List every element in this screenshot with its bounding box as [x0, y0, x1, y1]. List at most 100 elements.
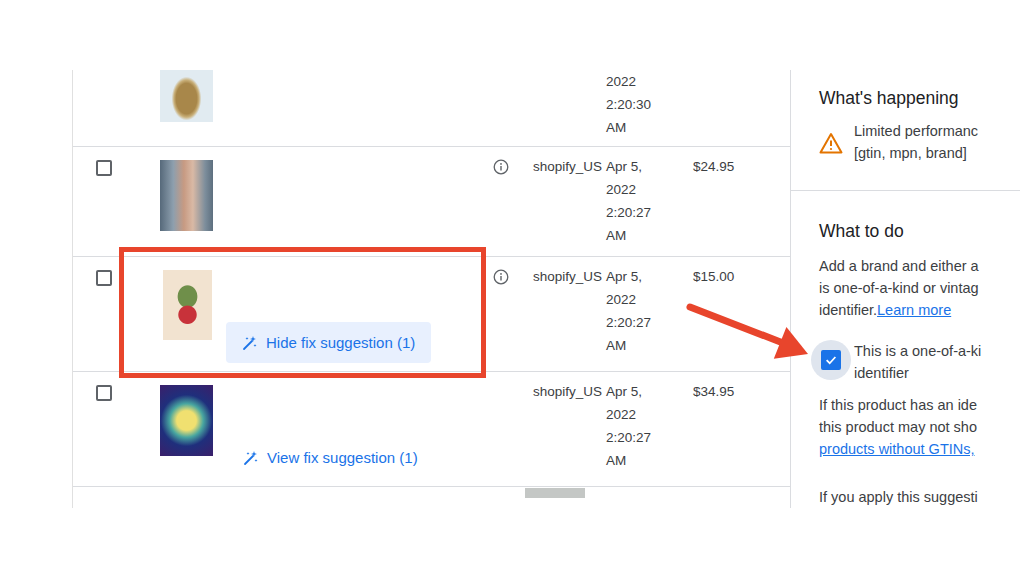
date-line: 2:20:27 — [606, 311, 693, 334]
merchant-center-view: 20222:20:30AMshopify_USApr 5,20222:20:27… — [72, 70, 1020, 508]
fix-suggestion-button[interactable]: Hide fix suggestion (1) — [226, 322, 431, 363]
price-cell — [693, 70, 790, 146]
checkbox-cell — [73, 155, 160, 248]
date-line: 2:20:27 — [606, 426, 693, 449]
fix-suggestion-button[interactable]: View fix suggestion (1) — [227, 437, 434, 478]
row-checkbox[interactable] — [96, 160, 112, 176]
source-cell: shopify_US — [533, 155, 606, 248]
info-cell — [489, 70, 533, 146]
scrollbar-thumb[interactable] — [525, 488, 585, 498]
instructions: Add a brand and either ais one-of-a-kind… — [819, 255, 1020, 321]
table-row[interactable]: shopify_US Apr 5,20222:20:27AM$24.95 — [73, 147, 790, 257]
date-line: AM — [606, 449, 693, 472]
date-line: 2:20:27 — [606, 201, 693, 224]
product-image[interactable] — [160, 70, 213, 122]
source-cell: shopify_US — [533, 265, 606, 363]
checkbox-cell — [73, 265, 160, 363]
table-row[interactable]: View fix suggestion (1)shopify_USApr 5,2… — [73, 372, 790, 487]
product-cell: Hide fix suggestion (1) — [160, 265, 489, 363]
instruction-line: is one-of-a-kind or vintag — [819, 277, 1020, 299]
issue-line: Limited performanc — [854, 120, 978, 142]
highlight-box — [119, 247, 486, 378]
date-line: 2:20:30 — [606, 93, 693, 116]
option-label-line: This is a one-of-a-ki — [854, 340, 981, 362]
date-line: 2022 — [606, 178, 693, 201]
info-cell — [489, 155, 533, 248]
product-image[interactable] — [160, 160, 213, 231]
what-to-do-section: What to do Add a brand and either ais one… — [791, 191, 1020, 508]
date-cell: 20222:20:30AM — [606, 70, 693, 146]
price-text: $24.95 — [693, 159, 734, 174]
apply-note: If you apply this suggesti — [819, 486, 1020, 508]
source-text: shopify_US — [533, 269, 602, 284]
warning-icon — [819, 132, 843, 154]
checkbox-focus-ring — [811, 340, 851, 380]
info-icon[interactable] — [493, 269, 509, 285]
note-line: products without GTINs, — [819, 438, 1020, 460]
check-icon — [824, 353, 838, 367]
date-line: AM — [606, 224, 693, 247]
whats-happening-section: What's happening Limited performanc[gtin,… — [791, 70, 1020, 191]
date-line: 2022 — [606, 403, 693, 426]
product-cell — [160, 70, 489, 146]
product-table: 20222:20:30AMshopify_USApr 5,20222:20:27… — [72, 70, 790, 508]
issue-row: Limited performanc[gtin, mpn, brand] — [819, 120, 1020, 164]
horizontal-scrollbar[interactable] — [73, 487, 790, 499]
date-line: Apr 5, — [606, 265, 693, 288]
one-of-a-kind-checkbox[interactable] — [821, 350, 841, 370]
magic-wand-icon — [242, 335, 258, 351]
info-cell — [489, 380, 533, 478]
note-line: this product may not sho — [819, 416, 1020, 438]
learn-more-link[interactable]: Learn more — [877, 302, 951, 318]
date-line: 2022 — [606, 288, 693, 311]
product-cell: View fix suggestion (1) — [160, 380, 489, 478]
source-text: shopify_US — [533, 384, 602, 399]
option-label-line: identifier — [854, 362, 981, 384]
table-row[interactable]: 20222:20:30AM — [73, 70, 790, 147]
date-line: Apr 5, — [606, 380, 693, 403]
fix-suggestion-label: View fix suggestion (1) — [267, 449, 418, 466]
price-text: $34.95 — [693, 384, 734, 399]
product-image[interactable] — [163, 270, 212, 340]
date-line: 2022 — [606, 70, 693, 93]
date-cell: Apr 5,20222:20:27AM — [606, 265, 693, 363]
info-cell — [489, 265, 533, 363]
table-row[interactable]: Hide fix suggestion (1)shopify_USApr 5,2… — [73, 257, 790, 372]
date-cell: Apr 5,20222:20:27AM — [606, 380, 693, 478]
magic-wand-icon — [243, 450, 259, 466]
price-cell: $24.95 — [693, 155, 790, 248]
instruction-line: Add a brand and either a — [819, 255, 1020, 277]
checkbox-cell — [73, 70, 160, 146]
gtin-note: If this product has an idethis product m… — [819, 394, 1020, 460]
date-line: AM — [606, 116, 693, 139]
apply-line: If you apply this suggesti — [819, 486, 1020, 508]
option-label: This is a one-of-a-kiidentifier — [854, 340, 981, 384]
issue-line: [gtin, mpn, brand] — [854, 142, 978, 164]
source-cell: shopify_US — [533, 380, 606, 478]
price-cell: $34.95 — [693, 380, 790, 478]
info-icon[interactable] — [493, 159, 509, 175]
issue-panel: What's happening Limited performanc[gtin,… — [790, 70, 1020, 508]
price-cell: $15.00 — [693, 265, 790, 363]
section-title: What's happening — [819, 86, 1020, 110]
instruction-line: identifier.Learn more — [819, 299, 1020, 321]
product-image[interactable] — [160, 385, 213, 456]
source-text: shopify_US — [533, 159, 602, 174]
section-title: What to do — [819, 219, 1020, 243]
one-of-a-kind-option[interactable]: This is a one-of-a-kiidentifier — [811, 340, 1020, 384]
issue-text: Limited performanc[gtin, mpn, brand] — [854, 120, 978, 164]
annotation-arrow — [0, 0, 1024, 576]
price-text: $15.00 — [693, 269, 734, 284]
row-checkbox[interactable] — [96, 385, 112, 401]
row-checkbox[interactable] — [96, 270, 112, 286]
date-line: AM — [606, 334, 693, 357]
product-cell — [160, 155, 489, 248]
date-cell: Apr 5,20222:20:27AM — [606, 155, 693, 248]
page: 20222:20:30AMshopify_USApr 5,20222:20:27… — [0, 0, 1024, 576]
fix-suggestion-label: Hide fix suggestion (1) — [266, 334, 415, 351]
note-line: If this product has an ide — [819, 394, 1020, 416]
instruction-end: identifier. — [819, 302, 877, 318]
products-without-gtins-link[interactable]: products without GTINs, — [819, 441, 975, 457]
source-cell — [533, 70, 606, 146]
checkbox-cell — [73, 380, 160, 478]
